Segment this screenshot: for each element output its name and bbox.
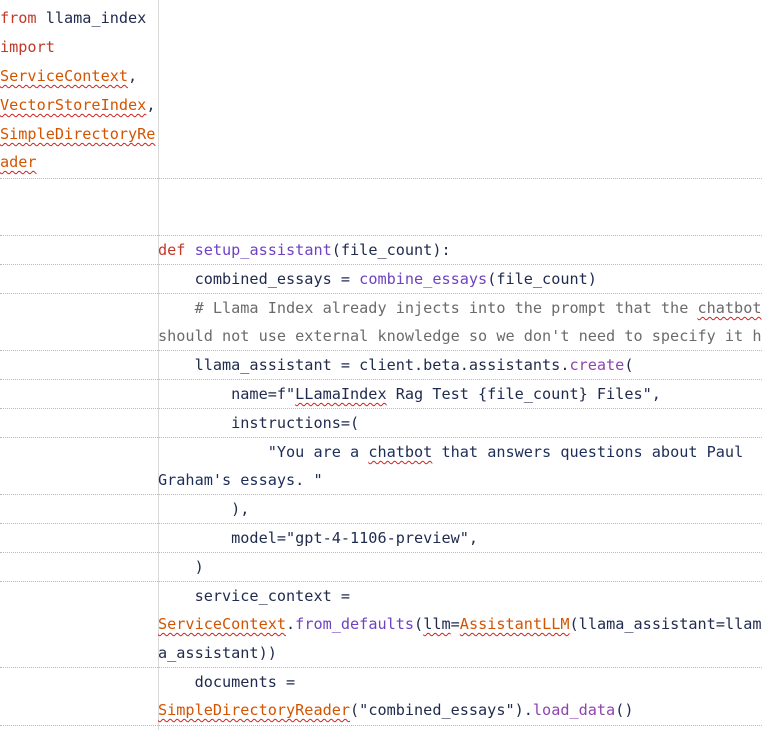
empty-cell <box>0 179 762 236</box>
code-row: "You are a chatbot that answers question… <box>0 438 762 495</box>
import-cell: from llama_index import ServiceContext, … <box>0 0 762 179</box>
code-row: name=f"LLamaIndex Rag Test {file_count} … <box>0 380 762 409</box>
dot: . <box>286 615 296 633</box>
code-line-item1: ServiceContext, <box>0 62 137 91</box>
open-paren: ( <box>414 615 424 633</box>
code-document: from llama_index import ServiceContext, … <box>0 0 762 730</box>
code-row: service_context = ServiceContext.from_de… <box>0 582 762 668</box>
comment-word-chatbot: chatbot <box>697 299 762 317</box>
code-line-string-cont: Graham's essays. " <box>158 471 323 489</box>
code-row: # Llama Index already injects into the p… <box>0 294 762 351</box>
call-create: create <box>569 356 625 374</box>
comment-text: # Llama Index already injects into the p… <box>158 299 698 317</box>
call-args: (file_count) <box>487 270 597 288</box>
keyword-def: def <box>158 241 186 259</box>
class-servicecontext: ServiceContext <box>158 615 287 633</box>
import-item-servicecontext: ServiceContext <box>0 67 129 85</box>
string-part-2: that answers questions about Paul <box>432 443 744 461</box>
code-line-close-comma: ), <box>158 500 250 518</box>
code-line-name: name=f"LLamaIndex Rag Test {file_count} … <box>158 380 661 409</box>
string-part-1: "You are a <box>158 443 369 461</box>
module-name: llama_index <box>36 9 147 27</box>
code-row: combined_essays = combine_essays(file_co… <box>0 265 762 294</box>
close-paren: () <box>615 701 634 719</box>
code-row: llama_assistant = client.beta.assistants… <box>0 351 762 380</box>
call-load-data: load_data <box>532 701 616 719</box>
call-args: ("combined_essays"). <box>350 701 533 719</box>
code-line-item3: SimpleDirectoryRe <box>0 120 155 149</box>
name-arg: name=f" <box>158 385 296 403</box>
call-combine-essays: combine_essays <box>359 270 488 288</box>
comment-line-2: should not use external knowledge so we … <box>158 327 762 345</box>
code-line-model: model="gpt-4-1106-preview", <box>158 529 479 547</box>
name-string-rest: Rag Test {file_count} Files", <box>386 385 661 403</box>
code-line-item2: VectorStoreIndex, <box>0 91 155 120</box>
comment-line-1: # Llama Index already injects into the p… <box>158 294 762 323</box>
import-item-simpledirectoryreader-a: SimpleDirectoryRe <box>0 125 156 143</box>
function-name: setup_assistant <box>194 241 332 259</box>
code-line-from: from llama_index <box>0 4 146 33</box>
code-line-item3-cont: ader <box>0 148 37 177</box>
code-row: ), <box>0 495 762 524</box>
code-line-string: "You are a chatbot that answers question… <box>158 438 744 467</box>
code-row: documents = SimpleDirectoryReader("combi… <box>0 668 762 726</box>
code-line-combined: combined_essays = combine_essays(file_co… <box>158 265 597 294</box>
code-row: instructions=( <box>0 409 762 438</box>
code-row: ) <box>0 553 762 582</box>
import-item-simpledirectoryreader-b: ader <box>0 153 37 171</box>
keyword-import: import <box>0 38 55 56</box>
code-line-import: import <box>0 33 55 62</box>
assign-assistant: llama_assistant = client.beta.assistants… <box>158 356 570 374</box>
call-args: (llama_assistant=llam <box>569 615 762 633</box>
def-params: (file_count): <box>331 241 451 259</box>
equals: = <box>450 615 460 633</box>
code-line-service-cont: a_assistant)) <box>158 644 277 662</box>
code-line-assistant: llama_assistant = client.beta.assistants… <box>158 351 634 380</box>
arg-llm: llm <box>423 615 451 633</box>
separator: , <box>146 96 156 114</box>
open-paren: ( <box>624 356 634 374</box>
call-from-defaults: from_defaults <box>295 615 415 633</box>
code-line-instructions: instructions=( <box>158 414 360 432</box>
code-line-def: def setup_assistant(file_count): <box>158 236 451 265</box>
word-chatbot: chatbot <box>368 443 433 461</box>
class-assistantllm: AssistantLLM <box>459 615 570 633</box>
code-line-documents: documents = <box>158 673 296 691</box>
code-line-service-call: ServiceContext.from_defaults(llm=Assista… <box>158 610 762 639</box>
assign-combined: combined_essays = <box>158 270 360 288</box>
separator: , <box>128 67 138 85</box>
keyword-from: from <box>0 9 37 27</box>
word-llamaindex: LLamaIndex <box>295 385 387 403</box>
code-line-service: service_context = <box>158 587 351 605</box>
code-line-close: ) <box>158 558 204 576</box>
class-simpledirectoryreader: SimpleDirectoryReader <box>158 701 351 719</box>
code-row: def setup_assistant(file_count): <box>0 236 762 265</box>
code-row: model="gpt-4-1106-preview", <box>0 524 762 553</box>
code-line-documents-call: SimpleDirectoryReader("combined_essays")… <box>158 696 634 725</box>
import-item-vectorstoreindex: VectorStoreIndex <box>0 96 147 114</box>
